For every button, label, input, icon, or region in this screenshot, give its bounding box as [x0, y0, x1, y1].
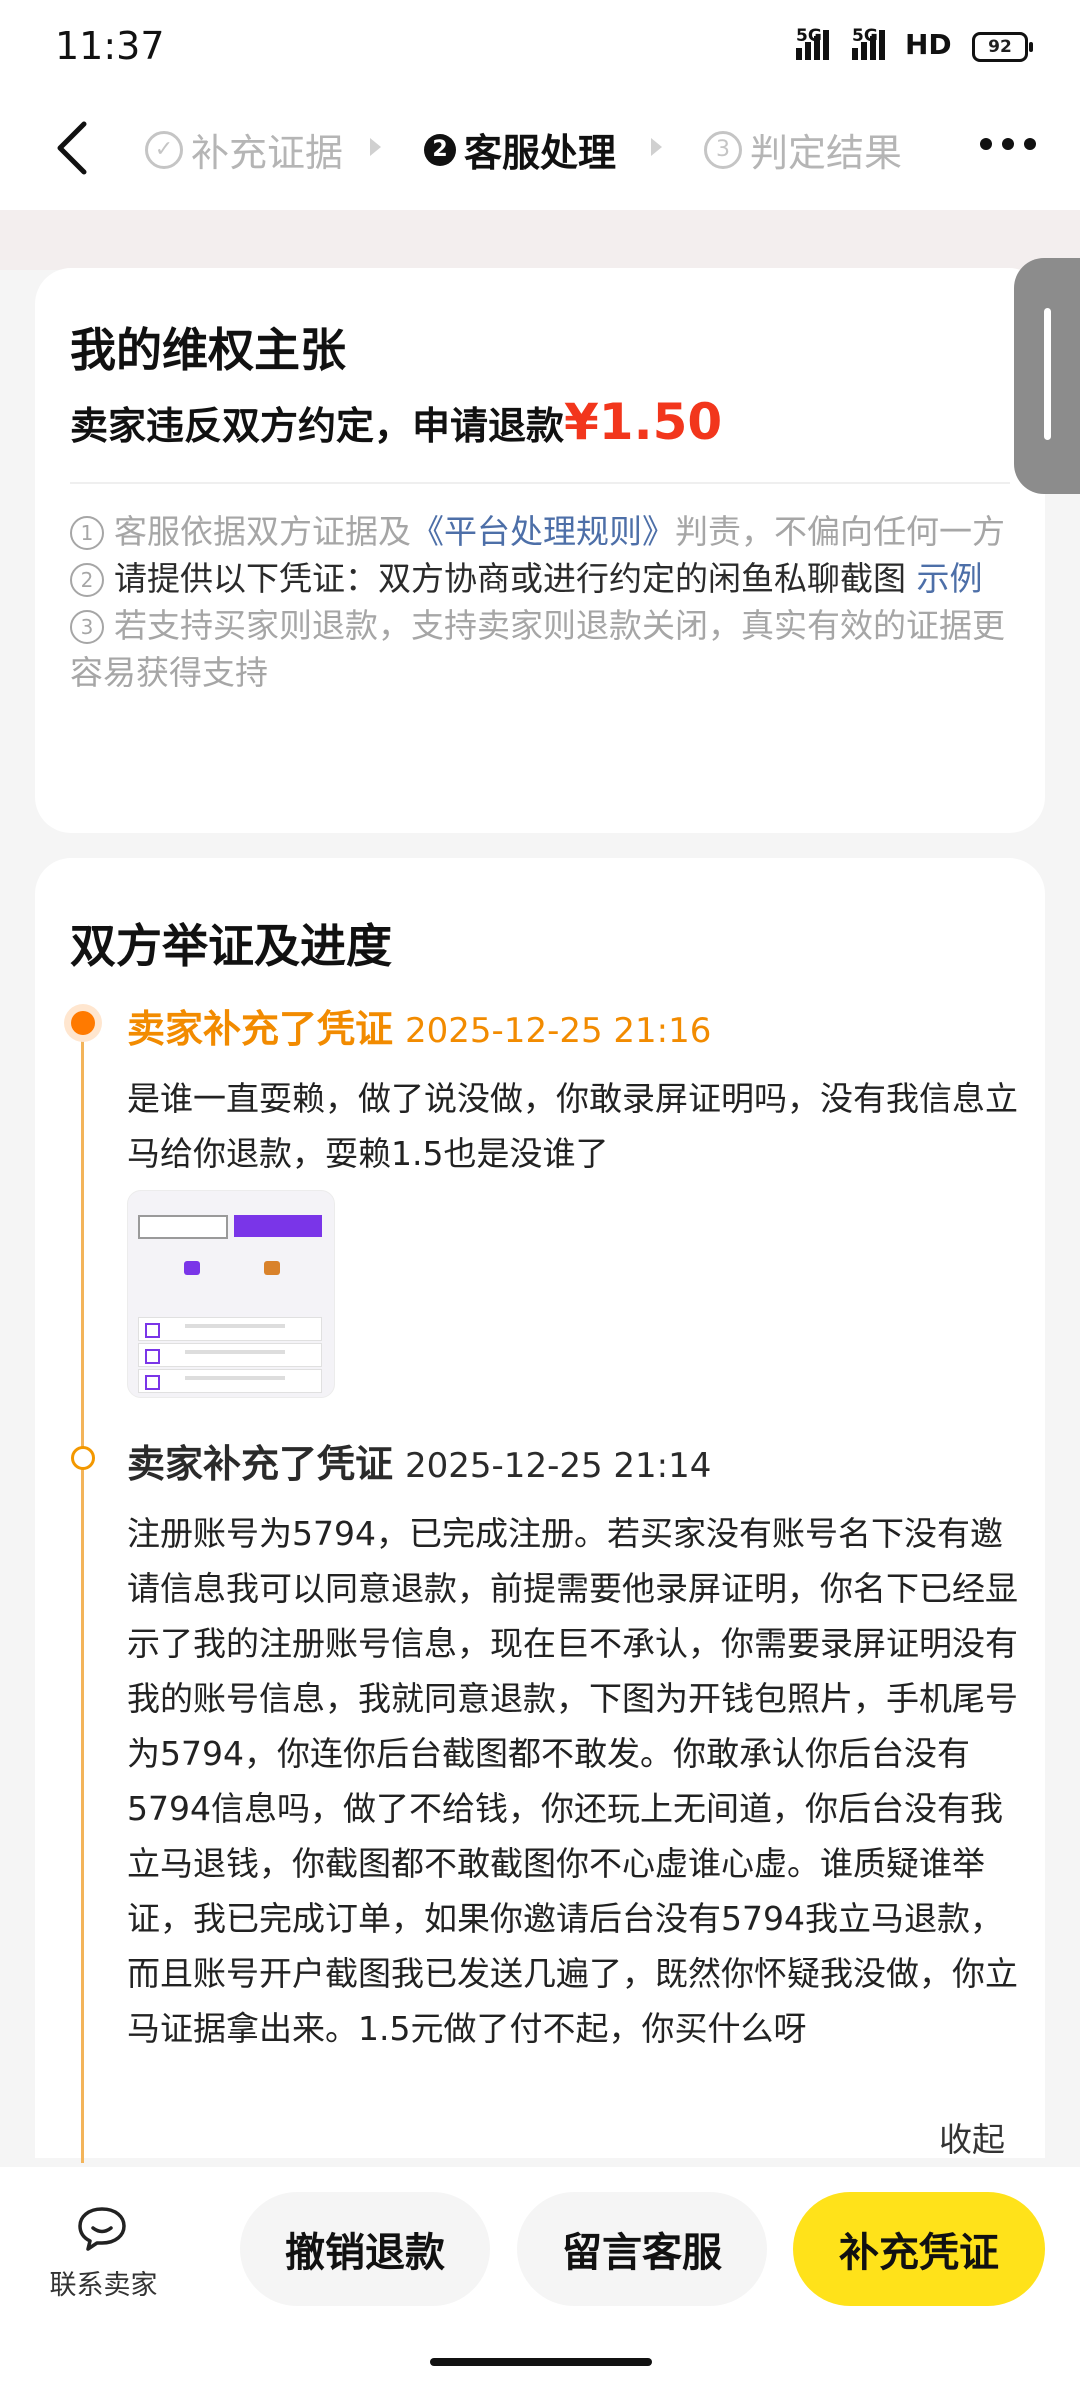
event-description: 注册账号为5794，已完成注册。若买家没有账号名下没有邀请信息我可以同意退款，前… [127, 1514, 1018, 2048]
home-indicator[interactable] [430, 2358, 652, 2366]
step-service-handling: 2 客服处理 [424, 122, 616, 177]
note-1: 1 客服依据双方证据及《平台处理规则》判责，不偏向任何一方 [70, 508, 1015, 555]
evidence-progress-card: 双方举证及进度 卖家补充了凭证 2025-12-25 21:16 是谁一直耍赖，做… [35, 858, 1045, 2163]
claim-text: 卖家违反双方约定，申请退款 [70, 404, 565, 448]
step-arrow-icon [651, 138, 662, 156]
event-actor: 卖家补充了凭证 [127, 1442, 394, 1486]
note-1-text: 客服依据双方证据及 [114, 512, 411, 551]
note-3: 3 若支持买家则退款，支持卖家则退款关闭，真实有效的证据更容易获得支持 [70, 602, 1015, 696]
note-3-text: 若支持买家则退款，支持卖家则退款关闭，真实有效的证据更容易获得支持 [70, 606, 1005, 692]
event-timestamp: 2025-12-25 21:16 [405, 1011, 712, 1051]
step-2-label: 客服处理 [464, 131, 617, 175]
timeline-event-header: 卖家补充了凭证 2025-12-25 21:16 [127, 998, 711, 1053]
event-timestamp: 2025-12-25 21:14 [405, 1446, 712, 1486]
note-1-number: 1 [70, 516, 104, 550]
step-judgement-result: 3 判定结果 [704, 122, 902, 177]
step-1-check-icon: ✓ [145, 130, 183, 169]
evidence-screenshot-thumbnail[interactable] [127, 1190, 335, 1398]
chat-bubble-icon [77, 2207, 126, 2251]
claim-card-title: 我的维权主张 [70, 323, 346, 377]
divider [70, 482, 1010, 484]
step-3-number: 3 [704, 130, 742, 169]
step-supplement-evidence: ✓ 补充证据 [145, 122, 343, 177]
note-3-number: 3 [70, 610, 104, 644]
more-options-icon[interactable] [980, 138, 1036, 150]
status-time: 11:37 [55, 24, 165, 68]
add-evidence-button[interactable]: 补充凭证 [793, 2192, 1045, 2306]
collapse-button[interactable]: 收起 [939, 2113, 1005, 2161]
progress-card-title: 双方举证及进度 [70, 919, 392, 973]
timeline-dot-active-icon [71, 1011, 95, 1035]
claim-statement: 卖家违反双方约定，申请退款¥1.50 [70, 393, 722, 451]
note-2-number: 2 [70, 563, 104, 597]
step-1-label: 补充证据 [191, 131, 344, 175]
back-arrow-icon[interactable] [46, 118, 106, 178]
battery-icon: 92 [972, 32, 1033, 62]
refund-amount: ¥1.50 [564, 393, 723, 451]
network-hd-label: HD [905, 28, 952, 61]
cancel-refund-button[interactable]: 撤销退款 [240, 2192, 490, 2306]
platform-rules-link[interactable]: 《平台处理规则》 [411, 512, 675, 551]
claim-notes: 1 客服依据双方证据及《平台处理规则》判责，不偏向任何一方 2 请提供以下凭证：双方… [70, 508, 1015, 696]
note-1-text-end: 判责，不偏向任何一方 [675, 512, 1005, 551]
scroll-handle[interactable] [1014, 258, 1080, 494]
header-nav: ✓ 补充证据 2 客服处理 3 判定结果 [0, 92, 1080, 210]
example-link[interactable]: 示例 [917, 559, 983, 598]
contact-seller-label: 联系卖家 [49, 2270, 158, 2301]
timeline-event-header: 卖家补充了凭证 2025-12-25 21:14 [127, 1433, 711, 1488]
claim-card: 我的维权主张 卖家违反双方约定，申请退款¥1.50 1 客服依据双方证据及《平台处… [35, 268, 1045, 833]
event-description: 是谁一直耍赖，做了说没做，你敢录屏证明吗，没有我信息立马给你退款，耍赖1.5也是… [127, 1079, 1018, 1173]
background-strip [0, 210, 1080, 270]
message-service-button[interactable]: 留言客服 [517, 2192, 767, 2306]
timeline-dot-icon [71, 1446, 95, 1470]
event-actor: 卖家补充了凭证 [127, 1007, 394, 1051]
note-2: 2 请提供以下凭证：双方协商或进行约定的闲鱼私聊截图 示例 [70, 555, 1015, 602]
timeline-line [81, 1023, 84, 2163]
step-2-number: 2 [424, 133, 456, 166]
status-bar: 11:37 5G 5G HD 92 [0, 0, 1080, 92]
contact-seller-button[interactable]: 联系卖家 [36, 2205, 171, 2302]
note-2-text: 请提供以下凭证：双方协商或进行约定的闲鱼私聊截图 [114, 559, 906, 598]
step-3-label: 判定结果 [750, 131, 903, 175]
step-arrow-icon [370, 138, 381, 156]
